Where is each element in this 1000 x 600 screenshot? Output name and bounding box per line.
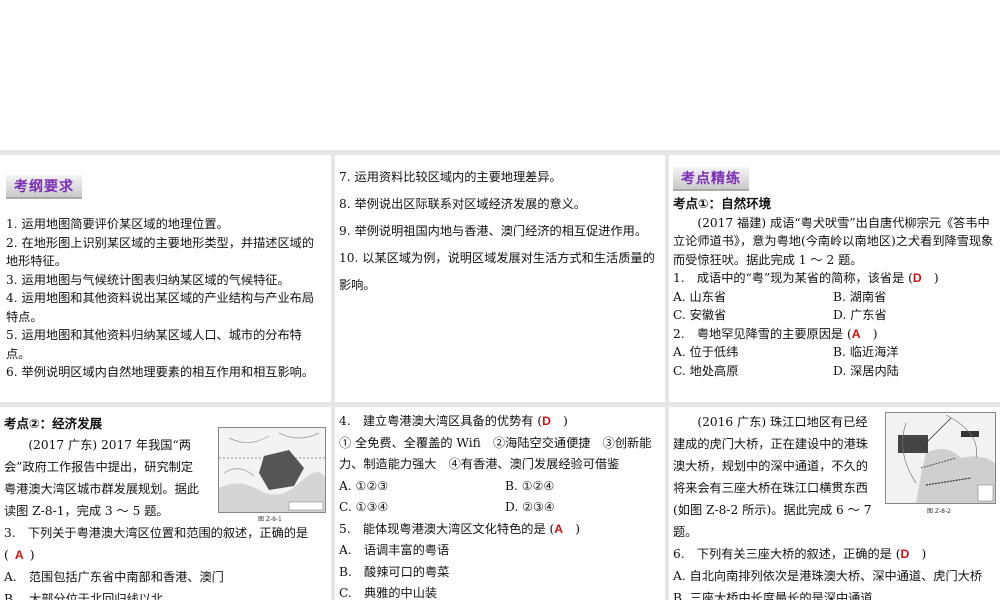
answer: A — [14, 547, 24, 562]
option: A. 位于低纬 — [673, 345, 739, 359]
option: B. 临近海洋 — [833, 345, 899, 359]
option: B. 湖南省 — [833, 289, 887, 304]
question-text: 1. 成语中的“粤”现为某省的简称，该省是 ( — [673, 271, 913, 285]
option: C. 安徽省 — [673, 308, 727, 322]
question-text: 4. 建立粤港澳大湾区具备的优势有 ( — [339, 414, 543, 428]
option: C. 地处高原 — [673, 363, 739, 378]
option: B. ①②④ — [505, 478, 555, 493]
paren: ( — [4, 547, 9, 562]
option: A. 范围包括广东省中南部和香港、澳门 — [4, 569, 224, 584]
question-1: 1. 成语中的“粤”现为某省的简称，该省是 (D ) — [673, 269, 996, 288]
question-intro: (2017 广东) 2017 年我国“两会”政府工作报告中提出，研究制定粤港澳大… — [4, 437, 199, 518]
option: A. ①②③ — [339, 478, 389, 493]
requirement-item: 9. 举例说明祖国内地与香港、澳门经济的相互促进作用。 — [339, 224, 648, 238]
question-text: 2. 粤地罕见降雪的主要原因是 ( — [673, 326, 852, 341]
question-2: 2. 粤地罕见降雪的主要原因是 (A ) — [673, 325, 996, 344]
answer: D — [542, 414, 551, 428]
option: A. 语调丰富的粤语 — [339, 543, 450, 557]
panel-exam-requirements-cont: 7. 运用资料比较区域内的主要地理差异。 8. 举例说出区际联系对区域经济发展的… — [335, 155, 665, 402]
pearl-river-map — [885, 412, 996, 504]
requirement-item: 6. 举例说明区域内自然地理要素的相互作用和相互影响。 — [6, 365, 315, 379]
panel-natural-environment: 考点精练 考点①：自然环境 (2017 福建) 成语“粤犬吠雪”出自唐代柳宗元《… — [669, 155, 1000, 402]
requirement-item: 8. 举例说出区际联系对区域经济发展的意义。 — [339, 197, 587, 211]
map-figure-icon — [886, 413, 995, 503]
option: A. 山东省 — [673, 289, 727, 304]
option: D. 深居内陆 — [833, 363, 899, 378]
answer: D — [912, 271, 922, 285]
paren: ) — [575, 521, 581, 536]
paren: ) — [563, 414, 568, 428]
map-figure-icon — [219, 428, 325, 512]
panel-economic-development: 考点②：经济发展 (2017 广东) 2017 年我国“两会”政府工作报告中提出… — [0, 407, 331, 600]
requirement-item: 5. 运用地图和其他资料归纳某区域人口、城市的分布特点。 — [6, 328, 302, 361]
panel-exam-requirements: 考纲要求 1. 运用地图简要评价某区域的地理位置。 2. 在地形图上识别某区域的… — [0, 155, 331, 402]
question-5: 5. 能体现粤港澳大湾区文化特色的是 (A ) — [339, 519, 661, 541]
question-text: 5. 能体现粤港澳大湾区文化特色的是 ( — [339, 521, 555, 536]
paren: ) — [872, 326, 878, 341]
answer: A — [554, 521, 564, 536]
requirement-item: 1. 运用地图简要评价某区域的地理位置。 — [6, 217, 229, 231]
section-heading: 考点①：自然环境 — [673, 196, 772, 211]
question-text: 3. 下列关于粤港澳大湾区位置和范围的叙述，正确的是 — [4, 525, 309, 540]
requirement-item: 2. 在地形图上识别某区域的主要地形类型，并描述区域的地形特征。 — [6, 235, 315, 269]
option: C. 典雅的中山装 — [339, 586, 438, 600]
paren: ) — [921, 547, 927, 561]
option: A. 自北向南排列依次是港珠澳大桥、深中通道、虎门大桥 — [673, 569, 983, 583]
option: B. 三座大桥中长度最长的是深中通道 — [673, 591, 873, 600]
question-text: 6. 下列有关三座大桥的叙述，正确的是 ( — [673, 547, 901, 561]
option: C. ①③④ — [339, 500, 389, 514]
requirement-item: 3. 运用地图与气候统计图表归纳某区域的气候特征。 — [6, 272, 290, 287]
requirement-item: 4. 运用地图和其他资料说出某区域的产业结构与产业布局特点。 — [6, 291, 315, 324]
answer: A — [851, 326, 861, 341]
question-4: 4. 建立粤港澳大湾区具备的优势有 (D ) — [339, 411, 661, 433]
paren: ) — [933, 271, 939, 285]
option: B. 酸辣可口的粤菜 — [339, 564, 450, 579]
option: D. ②③④ — [505, 500, 555, 514]
statements: ① 全免费、全覆盖的 Wifi ②海陆空交通便捷 ③创新能力、制造能力强大 ④有… — [339, 435, 652, 472]
option: B. 大部分位于北回归线以北 — [4, 591, 164, 600]
paren: ) — [29, 547, 35, 562]
bay-area-map — [218, 427, 326, 513]
question-3: 3. 下列关于粤港澳大湾区位置和范围的叙述，正确的是 ( A ) — [4, 522, 327, 566]
question-intro: (2017 福建) 成语“粤犬吠雪”出自唐代柳宗元《答韦中立论师道书》，意为粤地… — [673, 215, 994, 267]
section-tag: 考点精练 — [673, 167, 749, 191]
question-6: 6. 下列有关三座大桥的叙述，正确的是 (D ) — [673, 543, 996, 565]
option: D. 广东省 — [833, 308, 887, 322]
figure-caption: 图 Z-8-2 — [927, 508, 951, 515]
requirement-item: 10. 以某区域为例，说明区域发展对生活方式和生活质量的影响。 — [339, 251, 655, 292]
panel-questions-6-7: (2016 广东) 珠江口地区有已经建成的虎门大桥，正在建设中的港珠澳大桥，规划… — [669, 407, 1000, 600]
panel-questions-4-5: 4. 建立粤港澳大湾区具备的优势有 (D ) ① 全免费、全覆盖的 Wifi ②… — [335, 407, 665, 600]
question-intro: (2016 广东) 珠江口地区有已经建成的虎门大桥，正在建设中的港珠澳大桥，规划… — [673, 415, 872, 539]
figure-caption: 图 Z-8-1 — [258, 516, 282, 523]
answer: D — [900, 547, 910, 561]
section-tag: 考纲要求 — [6, 175, 82, 199]
requirement-item: 7. 运用资料比较区域内的主要地理差异。 — [339, 170, 562, 184]
